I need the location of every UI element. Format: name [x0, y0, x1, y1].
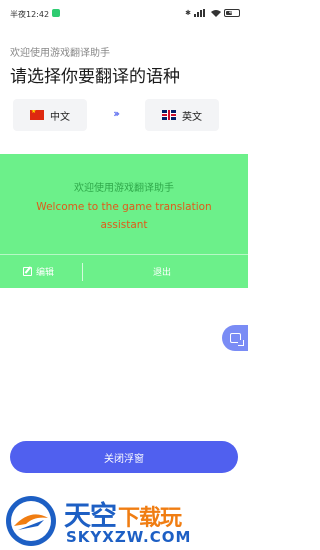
watermark: 天空 下载玩 SKYXZW.COM	[0, 488, 248, 550]
skyxzw-logo-icon	[6, 496, 56, 546]
floating-window-toggle-button[interactable]	[222, 325, 248, 351]
page-title: 请选择你要翻译的语种	[10, 67, 180, 87]
panel-divider	[0, 254, 248, 255]
edit-icon	[23, 267, 32, 276]
status-bar: 半夜12:42 ✱ 40	[0, 0, 248, 30]
source-language-button[interactable]: 中文	[13, 99, 87, 131]
signal-icon	[194, 9, 205, 17]
target-language-label: 英文	[182, 111, 202, 123]
exit-button[interactable]: 退出	[153, 265, 171, 278]
battery-level: 40	[228, 10, 236, 16]
floating-window-icon	[229, 333, 244, 346]
wechat-notification-icon	[52, 9, 60, 17]
uk-flag-icon	[162, 110, 176, 120]
edit-button[interactable]: 编辑	[23, 265, 54, 278]
target-language-button[interactable]: 英文	[145, 99, 219, 131]
translation-panel: 欢迎使用游戏翻译助手 Welcome to the game translati…	[0, 154, 248, 288]
bluetooth-icon: ✱	[185, 9, 191, 17]
translated-text: Welcome to the game translation assistan…	[36, 201, 212, 231]
china-flag-icon	[30, 110, 44, 120]
welcome-subtitle: 欢迎使用游戏翻译助手	[10, 48, 110, 59]
panel-vertical-divider	[82, 263, 83, 281]
watermark-domain: SKYXZW.COM	[66, 528, 192, 546]
edit-label: 编辑	[36, 268, 55, 278]
source-language-label: 中文	[50, 111, 70, 123]
status-time: 半夜12:42	[10, 10, 50, 19]
close-floating-window-button[interactable]: 关闭浮窗	[10, 441, 238, 473]
swap-languages-icon[interactable]: ›››	[113, 107, 120, 120]
source-text: 欢迎使用游戏翻译助手	[74, 183, 174, 194]
wifi-icon	[211, 10, 221, 17]
status-icons: ✱ 40	[185, 9, 240, 17]
battery-icon: 40	[224, 9, 240, 17]
